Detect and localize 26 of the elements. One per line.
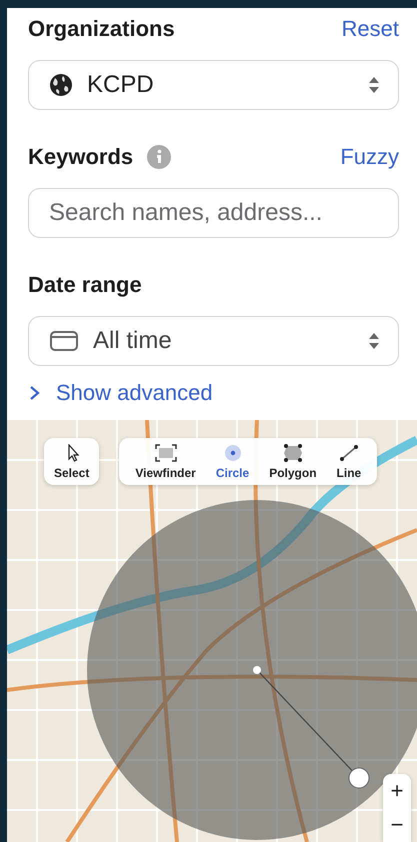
- polygon-icon: [282, 444, 304, 462]
- globe-icon: [49, 73, 73, 97]
- date-range-label: Date range: [28, 272, 142, 298]
- keywords-search-field[interactable]: Search names, address...: [28, 188, 399, 238]
- circle-tool-button[interactable]: Circle: [206, 438, 260, 485]
- reset-link[interactable]: Reset: [342, 16, 399, 42]
- info-icon[interactable]: [147, 145, 172, 169]
- calendar-icon: [49, 329, 79, 353]
- organizations-label: Organizations: [28, 16, 175, 42]
- keywords-label: Keywords: [28, 144, 134, 170]
- viewfinder-tool-button[interactable]: Viewfinder: [125, 438, 206, 485]
- chevron-icon: [28, 385, 42, 401]
- select-tool-button[interactable]: Select: [44, 438, 100, 485]
- zoom-out-button[interactable]: −: [383, 808, 411, 842]
- line-icon: [338, 444, 360, 462]
- show-advanced-link[interactable]: Show advanced: [28, 380, 213, 406]
- sort-arrows-icon: [368, 76, 380, 94]
- organization-select[interactable]: KCPD: [28, 60, 399, 110]
- date-range-select[interactable]: All time: [28, 316, 399, 366]
- radius-circle-overlay[interactable]: [87, 500, 417, 840]
- zoom-in-button[interactable]: +: [383, 774, 411, 808]
- viewfinder-icon: [154, 444, 177, 462]
- polygon-tool-button[interactable]: Polygon: [259, 438, 327, 485]
- sort-arrows-icon: [368, 332, 380, 350]
- fuzzy-link[interactable]: Fuzzy: [340, 144, 399, 170]
- line-tool-button[interactable]: Line: [326, 438, 372, 485]
